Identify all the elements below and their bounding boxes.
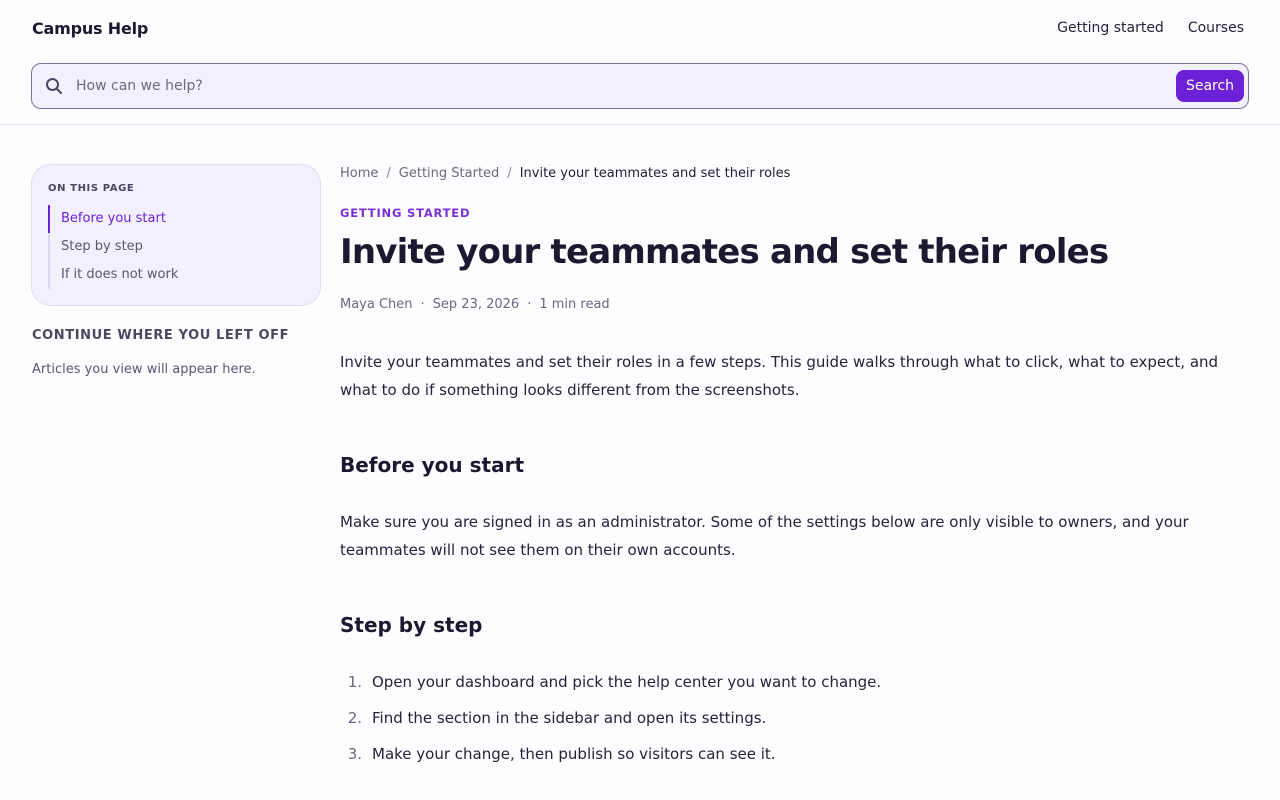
- nav-getting-started[interactable]: Getting started: [1057, 20, 1164, 36]
- section-body-before-you-start: Make sure you are signed in as an admini…: [340, 513, 1189, 559]
- search-input[interactable]: [76, 72, 1156, 100]
- top-nav: Getting started Courses: [1057, 20, 1244, 36]
- section-heading-before-you-start: Before you start: [340, 453, 525, 477]
- article-category[interactable]: GETTING STARTED: [340, 206, 470, 220]
- list-item: 3. Make your change, then publish so visi…: [340, 740, 1240, 776]
- on-this-page-panel: ON THIS PAGE Before you start Step by st…: [31, 164, 321, 306]
- article-intro: Invite your teammates and set their role…: [340, 353, 1219, 399]
- meta-separator: ·: [527, 297, 532, 312]
- site-logo[interactable]: Campus Help: [32, 19, 148, 38]
- continue-title: CONTINUE WHERE YOU LEFT OFF: [32, 328, 290, 343]
- article-date: Sep 23, 2026: [432, 297, 520, 312]
- step-number: 1.: [347, 673, 362, 691]
- toc-item-if-it-does-not-work[interactable]: If it does not work: [48, 261, 298, 289]
- search-button[interactable]: Search: [1176, 70, 1244, 102]
- breadcrumb-home[interactable]: Home: [340, 166, 378, 181]
- step-text: Find the section in the sidebar and open…: [372, 709, 767, 727]
- article-author: Maya Chen: [340, 297, 413, 312]
- site-header: Campus Help Getting started Courses Sear…: [0, 0, 1280, 125]
- breadcrumb: Home / Getting Started / Invite your tea…: [340, 166, 790, 181]
- breadcrumb-getting-started[interactable]: Getting Started: [399, 166, 500, 181]
- step-number: 2.: [347, 709, 362, 727]
- search-bar: Search: [31, 63, 1249, 109]
- breadcrumb-current: Invite your teammates and set their role…: [519, 166, 791, 181]
- steps-list: 1. Open your dashboard and pick the help …: [340, 668, 1240, 776]
- step-number: 3.: [347, 745, 362, 763]
- breadcrumb-separator: /: [386, 166, 391, 181]
- meta-separator: ·: [420, 297, 425, 312]
- article-meta: Maya Chen · Sep 23, 2026 · 1 min read: [340, 297, 610, 312]
- step-text: Open your dashboard and pick the help ce…: [372, 673, 882, 691]
- toc-item-step-by-step[interactable]: Step by step: [48, 233, 298, 261]
- breadcrumb-separator: /: [507, 166, 512, 181]
- list-item: 1. Open your dashboard and pick the help …: [340, 668, 1240, 704]
- search-icon: [46, 78, 62, 94]
- article-title: Invite your teammates and set their role…: [340, 232, 1109, 272]
- toc-title: ON THIS PAGE: [48, 183, 135, 194]
- nav-courses[interactable]: Courses: [1188, 20, 1244, 36]
- list-item: 2. Find the section in the sidebar and op…: [340, 704, 1240, 740]
- step-text: Make your change, then publish so visito…: [372, 745, 776, 763]
- article-read-time: 1 min read: [539, 297, 610, 312]
- continue-empty-text: Articles you view will appear here.: [32, 362, 256, 377]
- toc-list: Before you start Step by step If it does…: [48, 205, 298, 289]
- section-heading-step-by-step: Step by step: [340, 613, 483, 637]
- toc-item-before-you-start[interactable]: Before you start: [48, 205, 298, 233]
